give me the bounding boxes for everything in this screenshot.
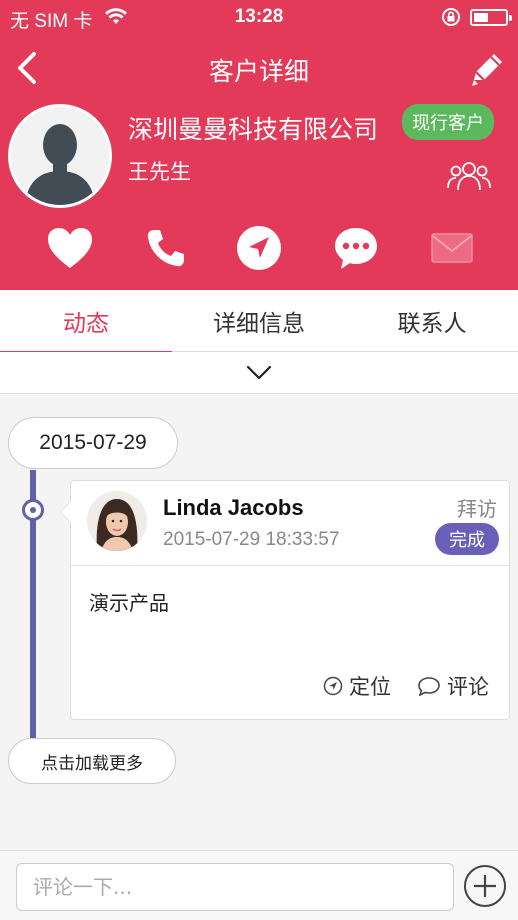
- navigate-button[interactable]: [235, 224, 283, 272]
- edit-button[interactable]: [466, 48, 508, 90]
- rotation-lock-icon: [440, 7, 462, 33]
- tab-bar: 动态 详细信息 联系人: [0, 290, 518, 353]
- comment-bar: [0, 850, 518, 920]
- call-button[interactable]: [142, 224, 190, 272]
- mail-icon: [431, 233, 473, 263]
- comment-icon: [418, 677, 440, 696]
- person-silhouette-icon: [11, 107, 109, 205]
- tab-contacts[interactable]: 联系人: [346, 290, 518, 352]
- location-arrow-icon: [323, 676, 343, 696]
- status-bar: 无 SIM 卡 13:28: [0, 0, 518, 34]
- heart-icon: [48, 228, 92, 268]
- contacts-group-icon[interactable]: [446, 160, 492, 192]
- activity-type: 拜访: [457, 497, 497, 521]
- quick-action-row: [0, 224, 518, 280]
- comment-button[interactable]: 评论: [417, 671, 489, 701]
- company-name: 深圳曼曼科技有限公司: [128, 115, 379, 144]
- location-label: 定位: [349, 675, 391, 699]
- comment-input[interactable]: [16, 863, 454, 911]
- pencil-icon: [472, 54, 502, 86]
- activity-card[interactable]: Linda Jacobs 2015-07-29 18:33:57 拜访 完成 演…: [60, 480, 510, 720]
- activity-user-name: Linda Jacobs: [163, 495, 304, 520]
- card-divider: [71, 565, 509, 566]
- filter-toggle[interactable]: [0, 352, 518, 394]
- timeline-dot: [22, 499, 44, 521]
- add-button[interactable]: [464, 865, 506, 907]
- activity-status-badge: 完成: [435, 523, 499, 555]
- activity-content: 演示产品: [89, 591, 169, 615]
- battery-icon: [470, 9, 512, 26]
- customer-avatar: [8, 104, 112, 208]
- user-avatar: [87, 491, 147, 551]
- contact-name: 王先生: [128, 160, 191, 184]
- tab-details[interactable]: 详细信息: [173, 290, 345, 352]
- activity-timestamp: 2015-07-29 18:33:57: [163, 529, 340, 550]
- page-title: 客户详细: [208, 57, 309, 86]
- customer-status-badge: 现行客户: [402, 104, 494, 140]
- message-icon: [335, 228, 377, 269]
- message-button[interactable]: [332, 224, 380, 272]
- location-button[interactable]: 定位: [323, 671, 391, 701]
- comment-label: 评论: [447, 675, 489, 699]
- email-button[interactable]: [428, 224, 476, 272]
- customer-header: 客户详细 深圳曼曼科技有限公司 王先生 现行客户: [0, 34, 518, 290]
- navigation-icon: [237, 226, 281, 270]
- tab-activity[interactable]: 动态: [0, 290, 172, 353]
- plus-icon: [474, 875, 496, 897]
- phone-icon: [147, 230, 184, 267]
- favorite-button[interactable]: [46, 224, 94, 272]
- load-more-button[interactable]: 点击加载更多: [8, 738, 176, 784]
- timeline-date: 2015-07-29: [8, 417, 178, 469]
- chevron-down-icon: [246, 365, 272, 379]
